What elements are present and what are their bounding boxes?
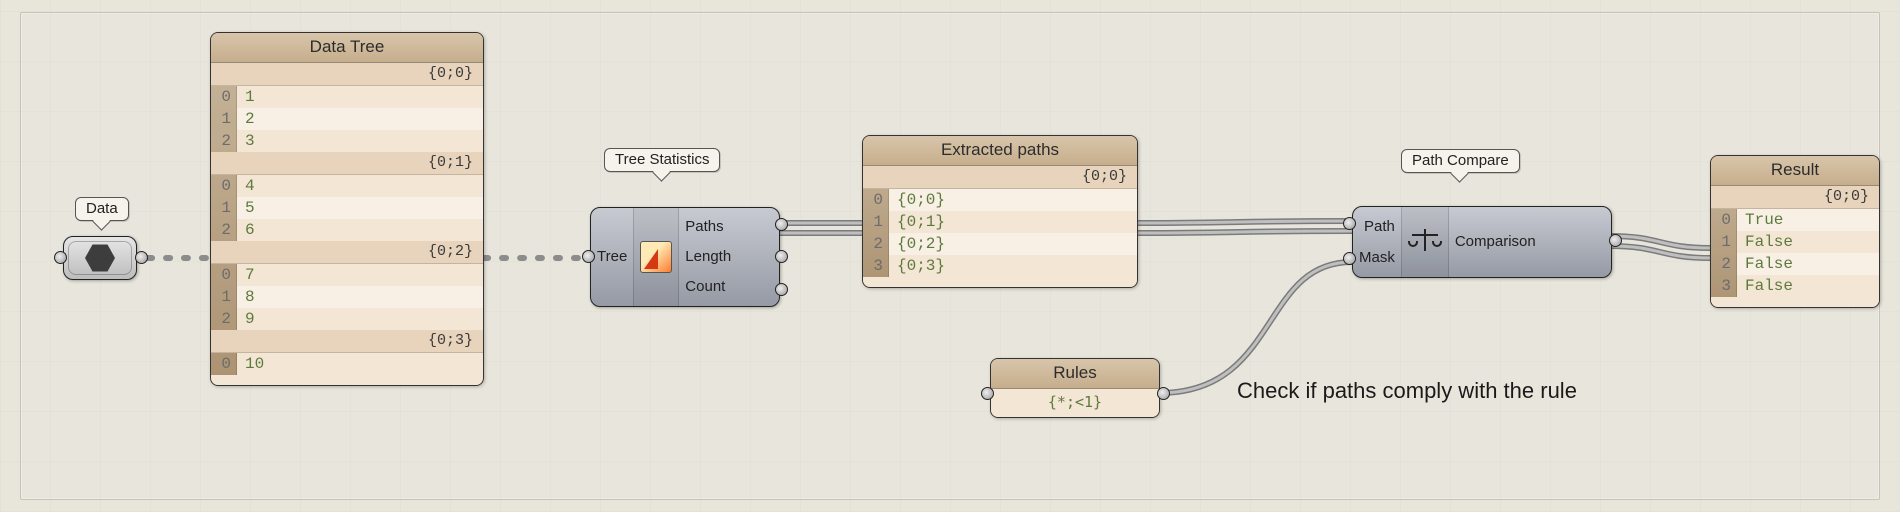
path-compare-label: Path Compare bbox=[1401, 149, 1520, 173]
list-item: 07 bbox=[211, 264, 483, 286]
data-label: Data bbox=[75, 197, 129, 221]
result-panel[interactable]: Result {0;0} 0True1False2False3False bbox=[1710, 155, 1880, 308]
list-item: 15 bbox=[211, 197, 483, 219]
branch-path-header: {0;0} bbox=[1711, 186, 1879, 209]
list-item: 23 bbox=[211, 130, 483, 152]
count-output-port[interactable]: Count bbox=[685, 275, 731, 299]
list-item: 2False bbox=[1711, 253, 1879, 275]
list-item: 18 bbox=[211, 286, 483, 308]
list-item: 29 bbox=[211, 308, 483, 330]
list-item: 12 bbox=[211, 108, 483, 130]
scales-icon bbox=[1408, 227, 1442, 257]
list-item: 01 bbox=[211, 86, 483, 108]
panel-title: Data Tree bbox=[211, 33, 483, 63]
panel-title: Extracted paths bbox=[863, 136, 1137, 166]
tree-statistics-label: Tree Statistics bbox=[604, 148, 720, 172]
list-item: 010 bbox=[211, 353, 483, 375]
list-item: 3False bbox=[1711, 275, 1879, 297]
data-tree-panel[interactable]: Data Tree {0;0}011223{0;1}041526{0;2}071… bbox=[210, 32, 484, 386]
panel-title: Rules bbox=[991, 359, 1159, 389]
panel-title: Result bbox=[1711, 156, 1879, 186]
path-input-port[interactable]: Path bbox=[1359, 215, 1395, 239]
list-item: 26 bbox=[211, 219, 483, 241]
list-item: 2{0;2} bbox=[863, 233, 1137, 255]
length-output-port[interactable]: Length bbox=[685, 245, 731, 269]
tree-statistics-icon bbox=[640, 241, 672, 273]
list-item: 3{0;3} bbox=[863, 255, 1137, 277]
paths-output-port[interactable]: Paths bbox=[685, 215, 731, 239]
branch-path-header: {0;2} bbox=[211, 241, 483, 264]
list-item: 0True bbox=[1711, 209, 1879, 231]
branch-path-header: {0;3} bbox=[211, 330, 483, 353]
path-compare-component[interactable]: Path Mask Comparison bbox=[1352, 206, 1612, 278]
list-item: 1{0;1} bbox=[863, 211, 1137, 233]
tree-input-port[interactable]: Tree bbox=[597, 245, 627, 269]
extracted-paths-panel[interactable]: Extracted paths {0;0} 0{0;0}1{0;1}2{0;2}… bbox=[862, 135, 1138, 288]
rules-panel[interactable]: Rules {*;<1} bbox=[990, 358, 1160, 418]
branch-path-header: {0;0} bbox=[211, 63, 483, 86]
mask-input-port[interactable]: Mask bbox=[1359, 246, 1395, 270]
list-item: 1False bbox=[1711, 231, 1879, 253]
rules-value: {*;<1} bbox=[991, 389, 1159, 417]
list-item: 0{0;0} bbox=[863, 189, 1137, 211]
comparison-output-port[interactable]: Comparison bbox=[1455, 230, 1536, 254]
branch-path-header: {0;0} bbox=[863, 166, 1137, 189]
annotation-text: Check if paths comply with the rule bbox=[1237, 378, 1577, 404]
data-param-node[interactable] bbox=[63, 236, 137, 280]
list-item: 04 bbox=[211, 175, 483, 197]
branch-path-header: {0;1} bbox=[211, 152, 483, 175]
tree-statistics-component[interactable]: Tree Paths Length Count bbox=[590, 207, 780, 307]
